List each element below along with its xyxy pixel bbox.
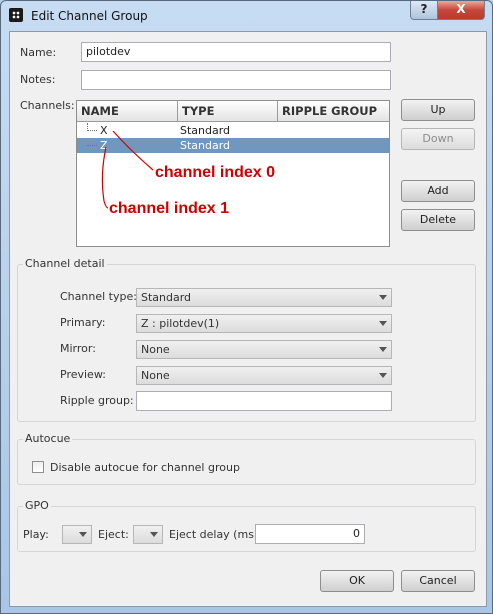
notes-field[interactable] bbox=[81, 70, 391, 90]
gpo-title: GPO bbox=[23, 499, 51, 512]
help-icon: ? bbox=[420, 2, 428, 16]
help-button[interactable]: ? bbox=[410, 1, 438, 20]
tree-line-icon bbox=[87, 138, 99, 153]
chevron-down-icon bbox=[379, 295, 387, 300]
channel-type-label: Channel type: bbox=[60, 290, 137, 303]
preview-value: None bbox=[141, 369, 170, 382]
ripple-group-label: Ripple group: bbox=[60, 394, 134, 407]
preview-label: Preview: bbox=[60, 368, 106, 381]
delete-button[interactable]: Delete bbox=[401, 209, 475, 231]
close-button[interactable]: X bbox=[437, 1, 485, 20]
add-button[interactable]: Add bbox=[401, 180, 475, 202]
dialog-body: Name: pilotdev Notes: Channels: NAME TYP… bbox=[9, 31, 487, 607]
column-header-type[interactable]: TYPE bbox=[178, 101, 278, 122]
close-icon: X bbox=[456, 2, 466, 16]
title-bar[interactable]: Edit Channel Group ? X bbox=[1, 1, 492, 31]
autocue-group: Autocue Disable autocue for channel grou… bbox=[17, 432, 476, 485]
primary-label: Primary: bbox=[60, 316, 106, 329]
chevron-down-icon bbox=[379, 373, 387, 378]
eject-select[interactable] bbox=[133, 525, 163, 544]
mirror-select[interactable]: None bbox=[136, 340, 392, 359]
channel-detail-group: Channel detail Channel type: Standard Pr… bbox=[17, 257, 476, 422]
mirror-value: None bbox=[141, 343, 170, 356]
ok-button[interactable]: OK bbox=[320, 570, 394, 592]
checkbox-icon[interactable] bbox=[32, 461, 44, 473]
cancel-button[interactable]: Cancel bbox=[401, 570, 475, 592]
play-label: Play: bbox=[23, 528, 49, 541]
primary-select[interactable]: Z : pilotdev(1) bbox=[136, 314, 392, 333]
column-header-ripple-group[interactable]: RIPPLE GROUP bbox=[278, 101, 389, 122]
eject-delay-field[interactable]: 0 bbox=[255, 524, 365, 544]
up-button[interactable]: Up bbox=[401, 99, 475, 121]
down-button[interactable]: Down bbox=[401, 128, 475, 150]
column-header-name[interactable]: NAME bbox=[77, 101, 178, 122]
chevron-down-icon bbox=[150, 532, 158, 537]
window-title: Edit Channel Group bbox=[31, 9, 148, 23]
channel-type: Standard bbox=[180, 139, 231, 152]
disable-autocue-label[interactable]: Disable autocue for channel group bbox=[50, 461, 240, 474]
chevron-down-icon bbox=[79, 532, 87, 537]
annotation-channel-index-1: channel index 1 bbox=[109, 200, 230, 217]
channel-type-value: Standard bbox=[141, 291, 192, 304]
chevron-down-icon bbox=[379, 347, 387, 352]
play-select[interactable] bbox=[62, 525, 92, 544]
autocue-title: Autocue bbox=[23, 432, 73, 445]
gpo-group: GPO Play: Eject: Eject delay (ms): 0 bbox=[17, 499, 476, 552]
preview-select[interactable]: None bbox=[136, 366, 392, 385]
channel-type-select[interactable]: Standard bbox=[136, 288, 392, 307]
table-row[interactable]: Z Standard bbox=[77, 138, 389, 153]
eject-label: Eject: bbox=[98, 528, 129, 541]
annotation-channel-index-0: channel index 0 bbox=[155, 164, 276, 181]
mirror-label: Mirror: bbox=[60, 342, 96, 355]
ripple-group-field[interactable] bbox=[136, 391, 392, 411]
channel-name: X bbox=[100, 124, 108, 137]
chevron-down-icon bbox=[379, 321, 387, 326]
eject-delay-label: Eject delay (ms): bbox=[169, 528, 262, 541]
table-row[interactable]: X Standard bbox=[77, 123, 389, 138]
name-field[interactable]: pilotdev bbox=[81, 42, 391, 62]
tree-line-icon bbox=[87, 123, 99, 138]
dialog-window: Edit Channel Group ? X Name: pilotdev No… bbox=[0, 0, 493, 614]
primary-value: Z : pilotdev(1) bbox=[141, 317, 220, 330]
channels-label: Channels: bbox=[20, 99, 75, 112]
channel-type: Standard bbox=[180, 124, 231, 137]
notes-label: Notes: bbox=[20, 73, 56, 86]
channel-detail-title: Channel detail bbox=[23, 257, 107, 270]
channel-name: Z bbox=[100, 139, 108, 152]
app-icon bbox=[9, 8, 23, 22]
name-label: Name: bbox=[20, 46, 57, 59]
